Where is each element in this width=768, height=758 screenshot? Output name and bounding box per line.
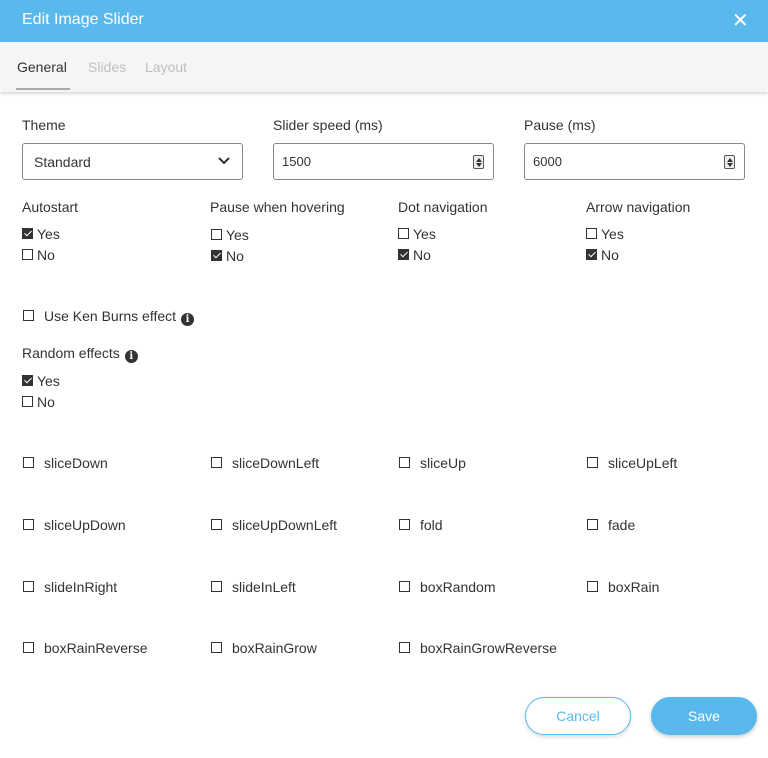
chevron-down-icon <box>218 157 230 165</box>
checked-box-icon <box>586 249 597 260</box>
dialog-title: Edit Image Slider <box>22 11 144 28</box>
pause-value: 6000 <box>533 154 562 169</box>
close-icon[interactable]: ✕ <box>732 11 749 31</box>
theme-select[interactable]: Standard <box>22 143 243 180</box>
dialog-titlebar: Edit Image Slider ✕ <box>0 0 768 42</box>
tab-slides[interactable]: Slides <box>88 59 126 75</box>
unchecked-box-icon <box>23 310 34 321</box>
unchecked-box-icon <box>586 228 597 239</box>
unchecked-box-icon <box>23 642 34 653</box>
tab-layout[interactable]: Layout <box>145 59 187 75</box>
autostart-label: Autostart <box>22 199 79 215</box>
unchecked-box-icon <box>211 519 222 530</box>
theme-label: Theme <box>22 117 66 133</box>
unchecked-box-icon <box>399 581 410 592</box>
info-icon[interactable]: i <box>124 350 138 363</box>
unchecked-box-icon <box>587 581 598 592</box>
save-button[interactable]: Save <box>651 697 757 735</box>
checked-box-icon <box>22 375 33 386</box>
unchecked-box-icon <box>211 642 222 653</box>
unchecked-box-icon <box>23 519 34 530</box>
checked-box-icon <box>211 250 222 261</box>
pause-input[interactable]: 6000 <box>524 143 745 180</box>
ken-burns-checkbox[interactable]: Use Ken Burns effect i <box>23 308 223 326</box>
unchecked-box-icon <box>211 581 222 592</box>
arrow-navigation-label: Arrow navigation <box>586 199 691 215</box>
theme-select-value: Standard <box>34 154 91 170</box>
info-icon[interactable]: i <box>181 313 195 326</box>
unchecked-box-icon <box>399 457 410 468</box>
unchecked-box-icon <box>587 457 598 468</box>
pause-label: Pause (ms) <box>524 117 596 133</box>
slider-speed-stepper[interactable] <box>473 155 484 169</box>
pause-stepper[interactable] <box>724 155 735 169</box>
checked-box-icon <box>22 228 33 239</box>
tab-general[interactable]: General <box>17 59 67 75</box>
checked-box-icon <box>398 249 409 260</box>
slider-speed-value: 1500 <box>282 154 311 169</box>
active-tab-indicator <box>16 88 70 90</box>
unchecked-box-icon <box>23 457 34 468</box>
slider-speed-label: Slider speed (ms) <box>273 117 383 133</box>
unchecked-box-icon <box>22 249 33 260</box>
unchecked-box-icon <box>399 519 410 530</box>
unchecked-box-icon <box>587 519 598 530</box>
cancel-button[interactable]: Cancel <box>525 697 631 735</box>
pause-hover-label: Pause when hovering <box>210 199 345 215</box>
ken-burns-label: Use Ken Burns effect <box>44 308 177 324</box>
unchecked-box-icon <box>211 457 222 468</box>
random-effects-label: Random effects <box>22 345 120 361</box>
unchecked-box-icon <box>211 229 222 240</box>
unchecked-box-icon <box>399 642 410 653</box>
tab-bar: General Slides Layout <box>0 42 768 92</box>
unchecked-box-icon <box>22 396 33 407</box>
unchecked-box-icon <box>398 228 409 239</box>
unchecked-box-icon <box>23 581 34 592</box>
slider-speed-input[interactable]: 1500 <box>273 143 494 180</box>
random-effects-label-wrap: Random effects i <box>22 345 138 363</box>
dot-navigation-label: Dot navigation <box>398 199 488 215</box>
